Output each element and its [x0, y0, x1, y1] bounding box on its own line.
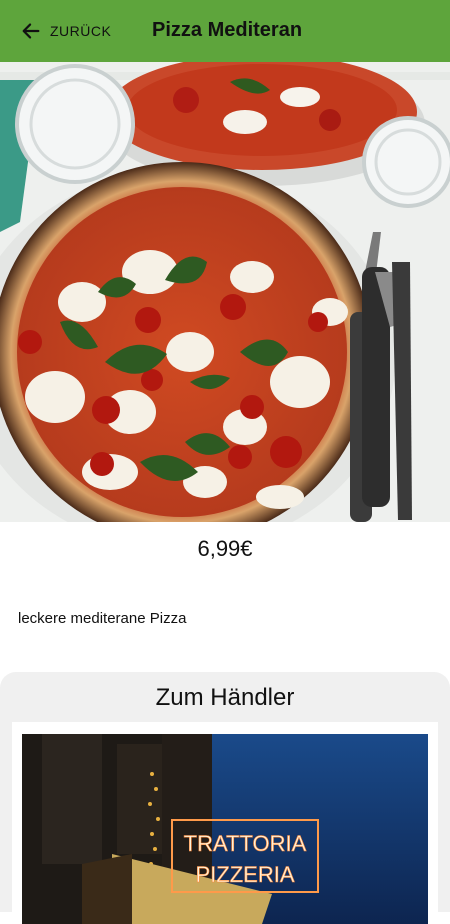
pizza-image: [0, 62, 450, 522]
arrow-left-icon: [20, 20, 42, 42]
sign-line1: TRATTORIA: [184, 831, 307, 856]
page-title: Pizza Mediteran: [152, 19, 303, 41]
merchant-card[interactable]: Zum Händler TRATTORIA PIZZERIA: [0, 672, 450, 924]
price: 6,99€: [197, 536, 253, 561]
merchant-heading[interactable]: Zum Händler: [0, 684, 450, 712]
app-bar: ZURÜCK Pizza Mediteran: [0, 0, 450, 62]
merchant-image[interactable]: TRATTORIA PIZZERIA: [22, 734, 428, 924]
back-button[interactable]: ZURÜCK: [20, 18, 111, 44]
sign-line2: PIZZERIA: [195, 862, 294, 887]
merchant-image-frame[interactable]: TRATTORIA PIZZERIA: [12, 722, 438, 924]
back-label: ZURÜCK: [50, 23, 112, 39]
product-description: leckere mediterane Pizza: [18, 610, 187, 627]
